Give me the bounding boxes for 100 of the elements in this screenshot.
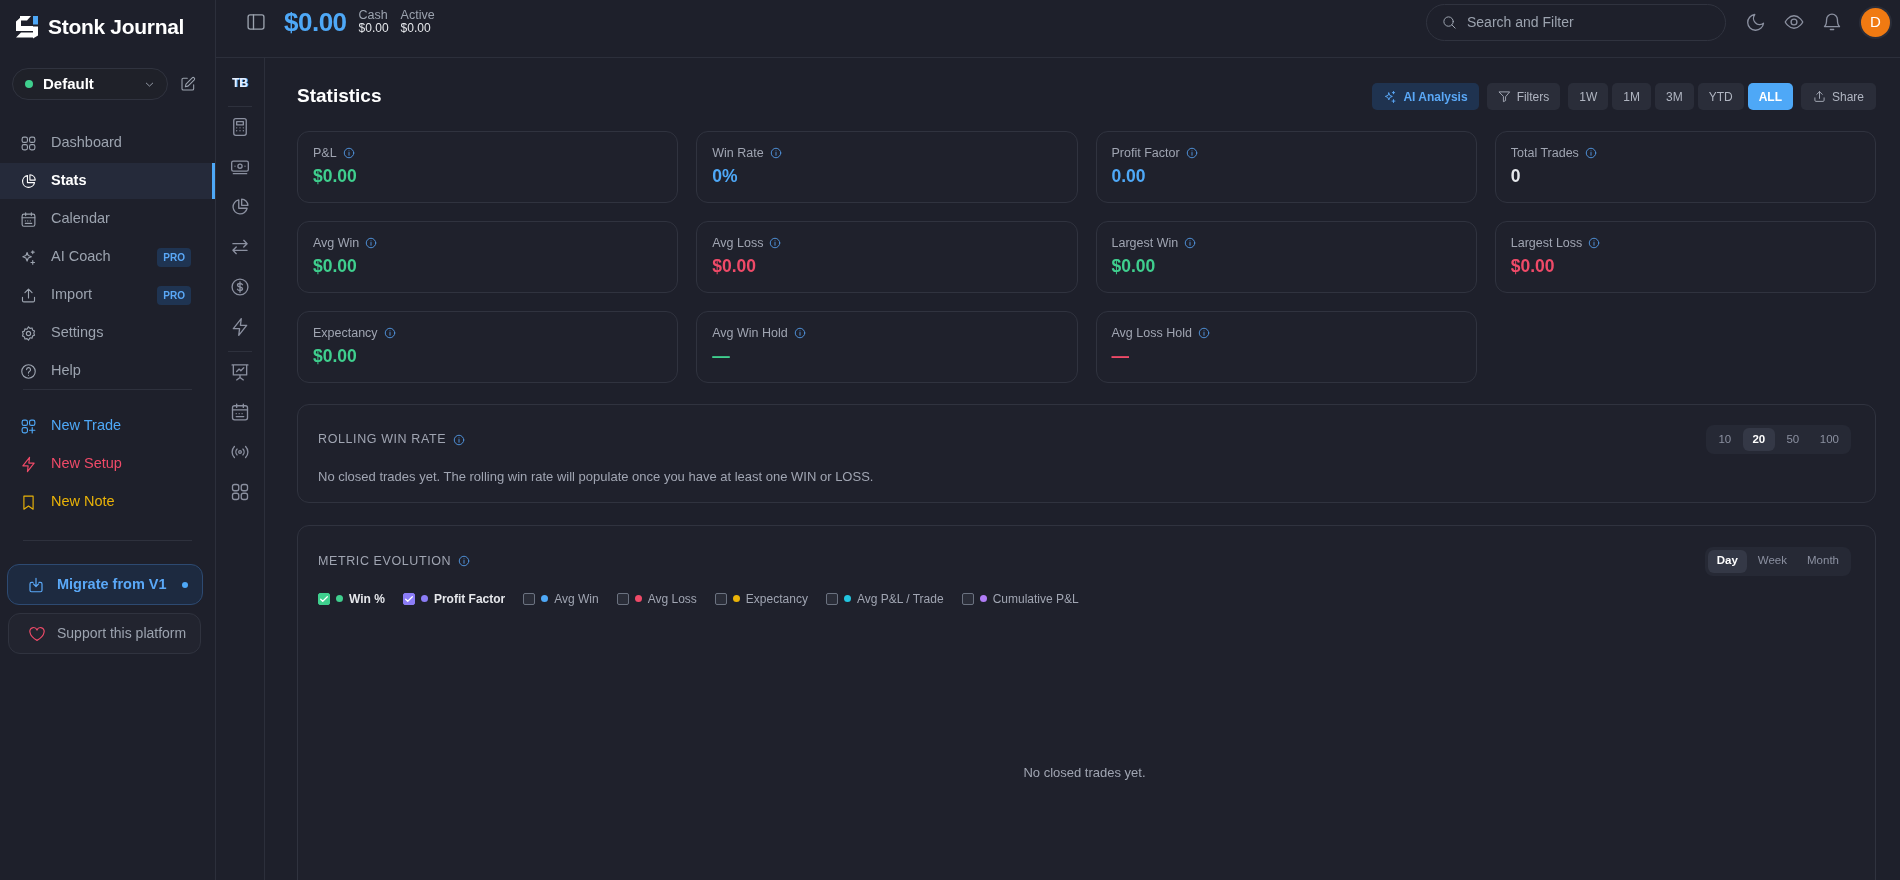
segment-option[interactable]: 50 <box>1776 428 1809 451</box>
info-icon[interactable] <box>458 555 471 567</box>
series-toggle[interactable]: Win % <box>318 589 385 608</box>
eye-icon[interactable] <box>1784 12 1804 32</box>
upload-icon <box>20 286 37 304</box>
metric-label: Expectancy <box>313 325 378 342</box>
info-icon[interactable] <box>769 147 782 160</box>
range-button[interactable]: 1M <box>1612 83 1651 110</box>
support-button[interactable]: Support this platform <box>8 613 201 654</box>
calculator-icon[interactable] <box>230 117 250 137</box>
logo-icon <box>14 14 40 40</box>
segment-option[interactable]: 10 <box>1708 428 1741 451</box>
metric-value: 0.00 <box>1111 164 1147 187</box>
lightning-icon[interactable] <box>230 317 250 337</box>
nav-item[interactable]: Dashboard <box>0 125 215 161</box>
grid-icon <box>20 134 37 152</box>
nav-item[interactable]: Import PRO <box>0 277 215 313</box>
status-dot-icon <box>25 80 33 88</box>
pie-chart-icon[interactable] <box>230 197 250 217</box>
action-link[interactable]: New Note <box>0 484 215 520</box>
checkbox[interactable] <box>402 592 415 605</box>
dollar-coin-icon[interactable] <box>230 277 250 297</box>
segment-option[interactable]: Month <box>1798 549 1848 573</box>
swap-arrows-icon[interactable] <box>230 237 250 257</box>
segment-option[interactable]: Day <box>1707 549 1747 573</box>
series-toggle[interactable]: Cumulative P&L <box>961 589 1079 608</box>
range-button[interactable]: 1W <box>1568 83 1609 110</box>
metric-value: — <box>712 344 731 367</box>
panel-title: ROLLING WIN RATE <box>318 431 447 449</box>
metric-value: $0.00 <box>313 344 358 367</box>
empty-message: No closed trades yet. The rolling win rate will populate once you have at least one WIN or LOSS. <box>318 468 875 486</box>
account-label: Cash <box>358 9 389 22</box>
range-button[interactable]: 3M <box>1654 83 1694 110</box>
info-icon[interactable] <box>1185 147 1198 160</box>
info-icon[interactable] <box>793 327 806 340</box>
checkbox[interactable] <box>523 592 536 605</box>
filters-button[interactable]: Filters <box>1486 83 1561 110</box>
info-icon[interactable] <box>769 237 782 250</box>
metric-value: $0.00 <box>313 164 358 187</box>
series-toggle[interactable]: Avg Loss <box>616 589 697 608</box>
ai-analysis-button[interactable]: AI Analysis <box>1372 83 1479 110</box>
segment-option[interactable]: 100 <box>1810 428 1848 451</box>
grid-icon[interactable] <box>230 482 250 502</box>
info-icon[interactable] <box>1197 327 1210 340</box>
checkbox[interactable] <box>825 592 838 605</box>
moon-icon[interactable] <box>1746 12 1766 32</box>
info-icon[interactable] <box>342 147 355 160</box>
page-title: Statistics <box>297 85 382 108</box>
empty-chart-message: No closed trades yet. <box>1023 763 1146 782</box>
checkbox[interactable] <box>318 592 330 605</box>
series-toggle[interactable]: Expectancy <box>714 589 808 608</box>
lightning-icon <box>20 455 37 473</box>
nav-item[interactable]: Settings <box>0 315 215 351</box>
series-toggle[interactable]: Avg Win <box>523 589 599 608</box>
metric-label: Profit Factor <box>1111 145 1180 162</box>
series-toggle[interactable]: Avg P&L / Trade <box>825 589 944 608</box>
checkbox[interactable] <box>714 592 727 605</box>
metric-label: Largest Loss <box>1510 235 1583 252</box>
download-tray-icon <box>27 575 45 594</box>
info-icon[interactable] <box>1184 237 1197 250</box>
action-link[interactable]: New Trade <box>0 408 215 444</box>
info-icon[interactable] <box>1584 147 1597 160</box>
checkbox[interactable] <box>961 592 974 605</box>
metric-label: Total Trades <box>1510 145 1579 162</box>
info-icon[interactable] <box>365 237 378 250</box>
nav-item[interactable]: Help <box>0 353 215 389</box>
nav-item[interactable]: AI Coach PRO <box>0 239 215 275</box>
nav-item[interactable]: Calendar <box>0 201 215 237</box>
metric-label: Avg Loss Hold <box>1111 325 1192 342</box>
metric-label: P&L <box>313 145 337 162</box>
nav-item[interactable]: Stats <box>0 163 215 199</box>
profile-select[interactable]: Default <box>12 68 168 100</box>
notifications-icon[interactable] <box>1822 12 1842 32</box>
pie-chart-icon <box>20 172 37 190</box>
migrate-button[interactable]: Migrate from V1 <box>7 564 203 605</box>
metric-label: Win Rate <box>712 145 764 162</box>
segment-option[interactable]: Week <box>1748 549 1797 573</box>
presentation-chart-icon[interactable] <box>230 362 250 382</box>
pro-badge: PRO <box>157 285 191 305</box>
range-button[interactable]: YTD <box>1697 83 1744 110</box>
edit-icon[interactable] <box>180 76 196 92</box>
info-icon[interactable] <box>383 327 396 340</box>
series-toggle[interactable]: Profit Factor <box>402 589 506 608</box>
segment-option[interactable]: 20 <box>1742 428 1775 451</box>
metric-value: $0.00 <box>1111 254 1157 277</box>
metric-value: $0.00 <box>1510 254 1556 277</box>
action-link[interactable]: New Setup <box>0 446 215 482</box>
share-button[interactable]: Share <box>1800 83 1876 110</box>
info-icon[interactable] <box>1588 237 1601 250</box>
heart-icon <box>28 624 46 643</box>
metric-label: Largest Win <box>1111 235 1179 252</box>
account-value: $0.00 <box>400 22 432 35</box>
info-icon[interactable] <box>453 433 466 446</box>
bookmark-icon <box>20 493 37 511</box>
checkbox[interactable] <box>616 592 629 605</box>
workspace-initials: TB <box>232 75 248 92</box>
calendar-icon[interactable] <box>230 402 250 422</box>
sidebar-toggle-icon[interactable] <box>246 12 266 32</box>
notification-dot-icon <box>182 581 188 588</box>
search-field[interactable]: Search and Filter <box>1426 3 1726 41</box>
